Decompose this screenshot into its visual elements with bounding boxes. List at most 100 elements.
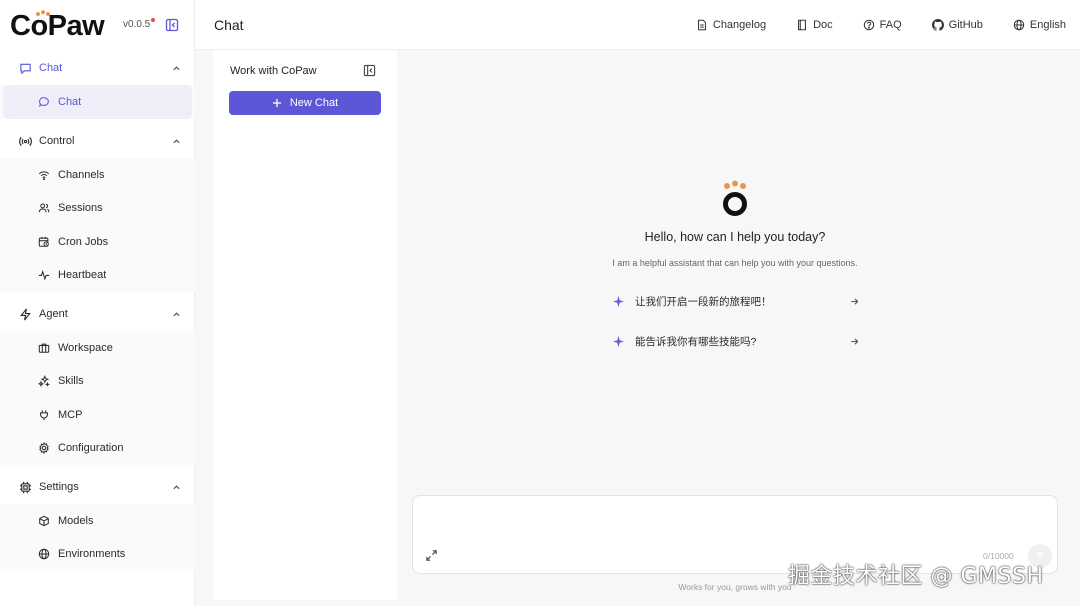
document-icon: [697, 19, 706, 31]
nav-group-label: Agent: [39, 308, 68, 320]
chat-bubble-icon: [20, 63, 31, 74]
doc-label: Doc: [813, 19, 833, 31]
cube-icon: [39, 515, 49, 527]
suggested-prompt[interactable]: 让我们开启一段新的旅程吧！: [603, 286, 869, 316]
nav-section-agent: Agent Workspace Skills MCP Configuration: [0, 297, 195, 465]
sidebar-item-label: Environments: [58, 548, 126, 561]
changelog-label: Changelog: [712, 19, 767, 31]
copaw-logo-icon: [723, 180, 747, 216]
language-selector[interactable]: English: [1013, 19, 1066, 31]
paw-icon: [36, 10, 50, 16]
faq-label: FAQ: [879, 19, 902, 31]
sidebar-item-mcp[interactable]: MCP: [3, 398, 192, 432]
chat-bubble-icon: [38, 96, 49, 107]
sidebar-item-environments[interactable]: Environments: [3, 538, 192, 572]
chevron-up-icon: [173, 138, 180, 143]
language-label: English: [1029, 19, 1066, 31]
sidebar-item-sessions[interactable]: Sessions: [3, 192, 192, 226]
version-badge: v0.0.5: [123, 18, 156, 30]
brand: CoPaw: [10, 8, 105, 44]
nav-group-settings[interactable]: Settings: [0, 470, 195, 504]
nav-sub-chat: Chat: [0, 85, 195, 119]
version-label: v0.0.5: [123, 19, 151, 30]
github-icon: [931, 19, 944, 31]
welcome-subtitle: I am a helpful assistant that can help y…: [612, 258, 858, 268]
chip-icon: [19, 481, 32, 493]
nav-group-label: Chat: [39, 62, 63, 74]
nav-sub-control: Channels Sessions Cron Jobs Heartbeat: [0, 158, 195, 292]
gear-icon: [39, 442, 49, 455]
sidebar-collapse-icon[interactable]: [165, 18, 179, 32]
sidebar: CoPaw v0.0.5 Chat Chat Control Channels …: [0, 0, 195, 606]
arrow-right-icon: [851, 297, 859, 305]
sidebar-item-label: Workspace: [58, 341, 113, 354]
github-link[interactable]: GitHub: [931, 19, 983, 31]
changelog-link[interactable]: Changelog: [696, 19, 766, 31]
calendar-clock-icon: [38, 236, 49, 247]
sidebar-item-label: Configuration: [58, 442, 124, 455]
sidebar-item-models[interactable]: Models: [3, 504, 192, 538]
chevron-up-icon: [173, 484, 180, 489]
sidebar-item-heartbeat[interactable]: Heartbeat: [3, 259, 192, 293]
message-input[interactable]: [423, 504, 1043, 544]
top-header: Chat Changelog Doc FAQ GitHub English: [195, 0, 1080, 50]
suggested-prompt[interactable]: 能告诉我你有哪些技能吗?: [603, 326, 869, 356]
chevron-up-icon: [173, 65, 180, 70]
sidebar-item-label: Heartbeat: [58, 269, 107, 282]
panel-collapse-icon[interactable]: [363, 64, 376, 77]
nav-group-control[interactable]: Control: [0, 124, 195, 158]
zap-icon: [20, 308, 31, 320]
watermark: 掘金技术社区 @ GMSSH: [788, 564, 1044, 589]
nav-section-settings: Settings Models Environments: [0, 470, 195, 571]
doc-link[interactable]: Doc: [796, 19, 833, 31]
chevron-up-icon: [173, 311, 180, 316]
globe-icon: [1013, 19, 1025, 31]
page-title: Chat: [214, 17, 244, 33]
nav-group-label: Settings: [39, 481, 79, 493]
sidebar-item-workspace[interactable]: Workspace: [3, 331, 192, 365]
sparkle-icon: [613, 335, 624, 347]
plug-icon: [40, 410, 48, 420]
update-dot: [151, 18, 156, 22]
plus-icon: [272, 99, 281, 107]
sidebar-item-label: Skills: [58, 375, 84, 388]
nav-group-chat[interactable]: Chat: [0, 51, 195, 85]
sidebar-item-configuration[interactable]: Configuration: [3, 432, 192, 466]
nav-sub-agent: Workspace Skills MCP Configuration: [0, 331, 195, 465]
welcome-title: Hello, how can I help you today?: [644, 230, 826, 244]
nav-group-agent[interactable]: Agent: [0, 297, 195, 331]
header-links: Changelog Doc FAQ GitHub English: [666, 0, 1066, 50]
chat-panel-title: Work with CoPaw: [230, 65, 317, 77]
sidebar-item-label: Channels: [58, 168, 105, 181]
sidebar-item-cron-jobs[interactable]: Cron Jobs: [3, 225, 192, 259]
sidebar-item-channels[interactable]: Channels: [3, 158, 192, 192]
faq-link[interactable]: FAQ: [863, 19, 902, 31]
users-icon: [38, 203, 50, 213]
pulse-icon: [38, 270, 50, 281]
broadcast-icon: [19, 136, 32, 146]
expand-icon[interactable]: [425, 549, 438, 562]
sidebar-item-skills[interactable]: Skills: [3, 365, 192, 399]
new-chat-label: New Chat: [289, 97, 339, 109]
nav-sub-settings: Models Environments: [0, 504, 195, 571]
sidebar-item-label: Models: [58, 514, 94, 527]
wifi-icon: [38, 171, 50, 180]
nav-section-chat: Chat Chat: [0, 51, 195, 119]
sidebar-item-label: Sessions: [58, 202, 103, 215]
briefcase-icon: [38, 343, 50, 353]
help-circle-icon: [863, 19, 874, 31]
sidebar-item-label: Chat: [58, 95, 82, 108]
sidebar-item-label: MCP: [58, 408, 83, 421]
nav-section-control: Control Channels Sessions Cron Jobs Hear…: [0, 124, 195, 292]
brand-name: CoPaw: [10, 9, 105, 42]
globe-icon: [38, 549, 50, 560]
brand-logo[interactable]: CoPaw: [10, 8, 105, 44]
chat-list-panel: Work with CoPaw New Chat: [213, 50, 397, 600]
sparkles-icon: [38, 375, 50, 388]
sidebar-item-chat[interactable]: Chat: [3, 85, 192, 119]
arrow-right-icon: [851, 337, 859, 345]
new-chat-button[interactable]: New Chat: [229, 91, 381, 115]
nav-group-label: Control: [39, 135, 75, 147]
suggested-prompt-text: 能告诉我你有哪些技能吗?: [635, 335, 757, 348]
github-label: GitHub: [948, 19, 983, 31]
